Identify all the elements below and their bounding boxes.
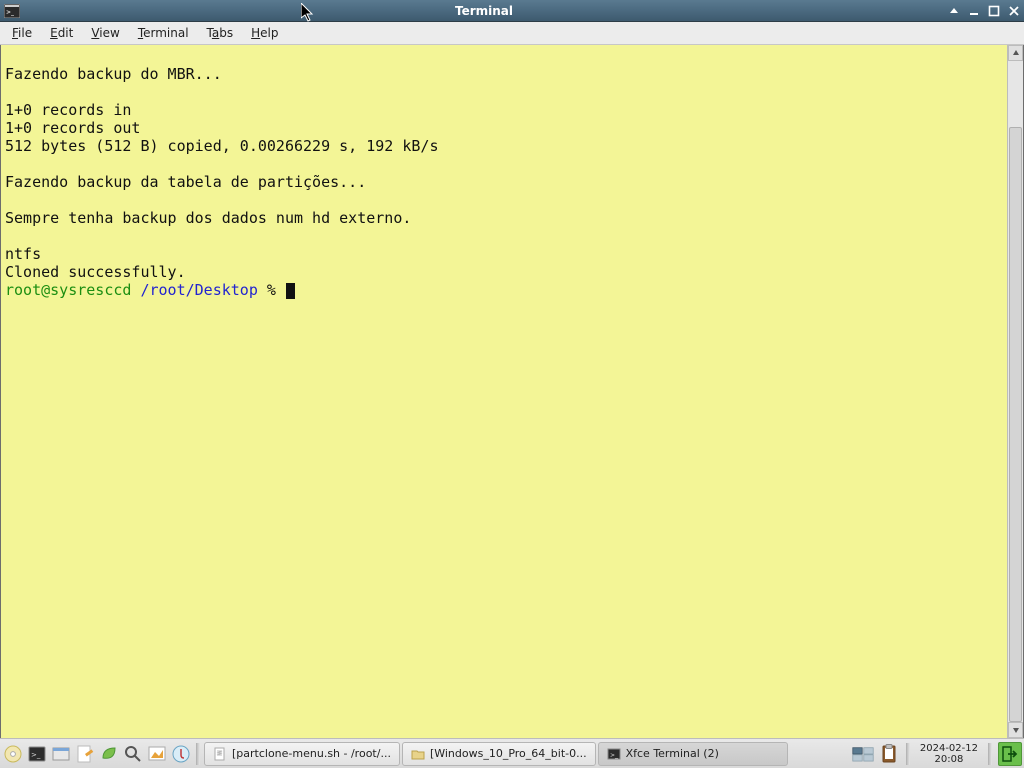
system-tray: 2024-02-12 20:08 bbox=[852, 742, 1022, 766]
menu-edit[interactable]: Edit bbox=[42, 24, 81, 42]
document-icon bbox=[213, 747, 227, 761]
window-controls bbox=[944, 1, 1024, 21]
launcher-terminal-icon[interactable]: >_ bbox=[26, 743, 48, 765]
folder-icon bbox=[411, 747, 425, 761]
tray-clipboard-icon[interactable] bbox=[878, 743, 900, 765]
launcher-picture-icon[interactable] bbox=[146, 743, 168, 765]
shade-button[interactable] bbox=[944, 1, 964, 21]
clock-date: 2024-02-12 bbox=[920, 743, 978, 754]
scrollbar-thumb[interactable] bbox=[1009, 127, 1022, 722]
terminal-output[interactable]: Fazendo backup do MBR... 1+0 records in … bbox=[1, 45, 1007, 738]
launcher-medical-icon[interactable] bbox=[170, 743, 192, 765]
tray-desktops-icon[interactable] bbox=[852, 743, 874, 765]
menu-help[interactable]: Help bbox=[243, 24, 286, 42]
window-app-icon: >_ bbox=[3, 3, 21, 19]
launcher-leaf-icon[interactable] bbox=[98, 743, 120, 765]
launcher-filemanager-icon[interactable] bbox=[50, 743, 72, 765]
terminal-icon: >_ bbox=[607, 747, 621, 761]
launcher-cd-icon[interactable] bbox=[2, 743, 24, 765]
close-button[interactable] bbox=[1004, 1, 1024, 21]
scroll-down-button[interactable] bbox=[1008, 722, 1023, 738]
task-label: [Windows_10_Pro_64_bit-0... bbox=[430, 747, 587, 760]
terminal-frame: Fazendo backup do MBR... 1+0 records in … bbox=[0, 45, 1024, 738]
launcher-magnifier-icon[interactable] bbox=[122, 743, 144, 765]
vertical-scrollbar[interactable] bbox=[1007, 45, 1023, 738]
menubar: File Edit View Terminal Tabs Help bbox=[0, 22, 1024, 45]
svg-text:>_: >_ bbox=[6, 9, 14, 16]
task-partclone[interactable]: [partclone-menu.sh - /root/... bbox=[204, 742, 400, 766]
task-label: [partclone-menu.sh - /root/... bbox=[232, 747, 391, 760]
svg-text:>_: >_ bbox=[31, 751, 41, 759]
menu-terminal[interactable]: Terminal bbox=[130, 24, 197, 42]
task-windows10[interactable]: [Windows_10_Pro_64_bit-0... bbox=[402, 742, 596, 766]
exit-icon bbox=[1002, 746, 1018, 762]
launcher-editor-icon[interactable] bbox=[74, 743, 96, 765]
panel-separator bbox=[906, 743, 910, 765]
panel-separator bbox=[988, 743, 992, 765]
window-title: Terminal bbox=[24, 4, 944, 18]
minimize-button[interactable] bbox=[964, 1, 984, 21]
task-label: Xfce Terminal (2) bbox=[626, 747, 719, 760]
logoff-button[interactable] bbox=[998, 742, 1022, 766]
task-xfce-terminal[interactable]: >_ Xfce Terminal (2) bbox=[598, 742, 788, 766]
maximize-button[interactable] bbox=[984, 1, 1004, 21]
clock-time: 20:08 bbox=[920, 754, 978, 765]
panel-separator bbox=[196, 743, 200, 765]
xfce-panel: >_ [partclone-menu.sh - /root/... [Windo… bbox=[0, 738, 1024, 768]
menu-file[interactable]: File bbox=[4, 24, 40, 42]
scroll-up-button[interactable] bbox=[1008, 45, 1023, 61]
menu-view[interactable]: View bbox=[83, 24, 127, 42]
scrollbar-track[interactable] bbox=[1008, 61, 1023, 722]
window-titlebar: >_ Terminal bbox=[0, 0, 1024, 22]
menu-tabs[interactable]: Tabs bbox=[199, 24, 242, 42]
panel-clock[interactable]: 2024-02-12 20:08 bbox=[916, 743, 982, 765]
svg-text:>_: >_ bbox=[610, 752, 619, 759]
